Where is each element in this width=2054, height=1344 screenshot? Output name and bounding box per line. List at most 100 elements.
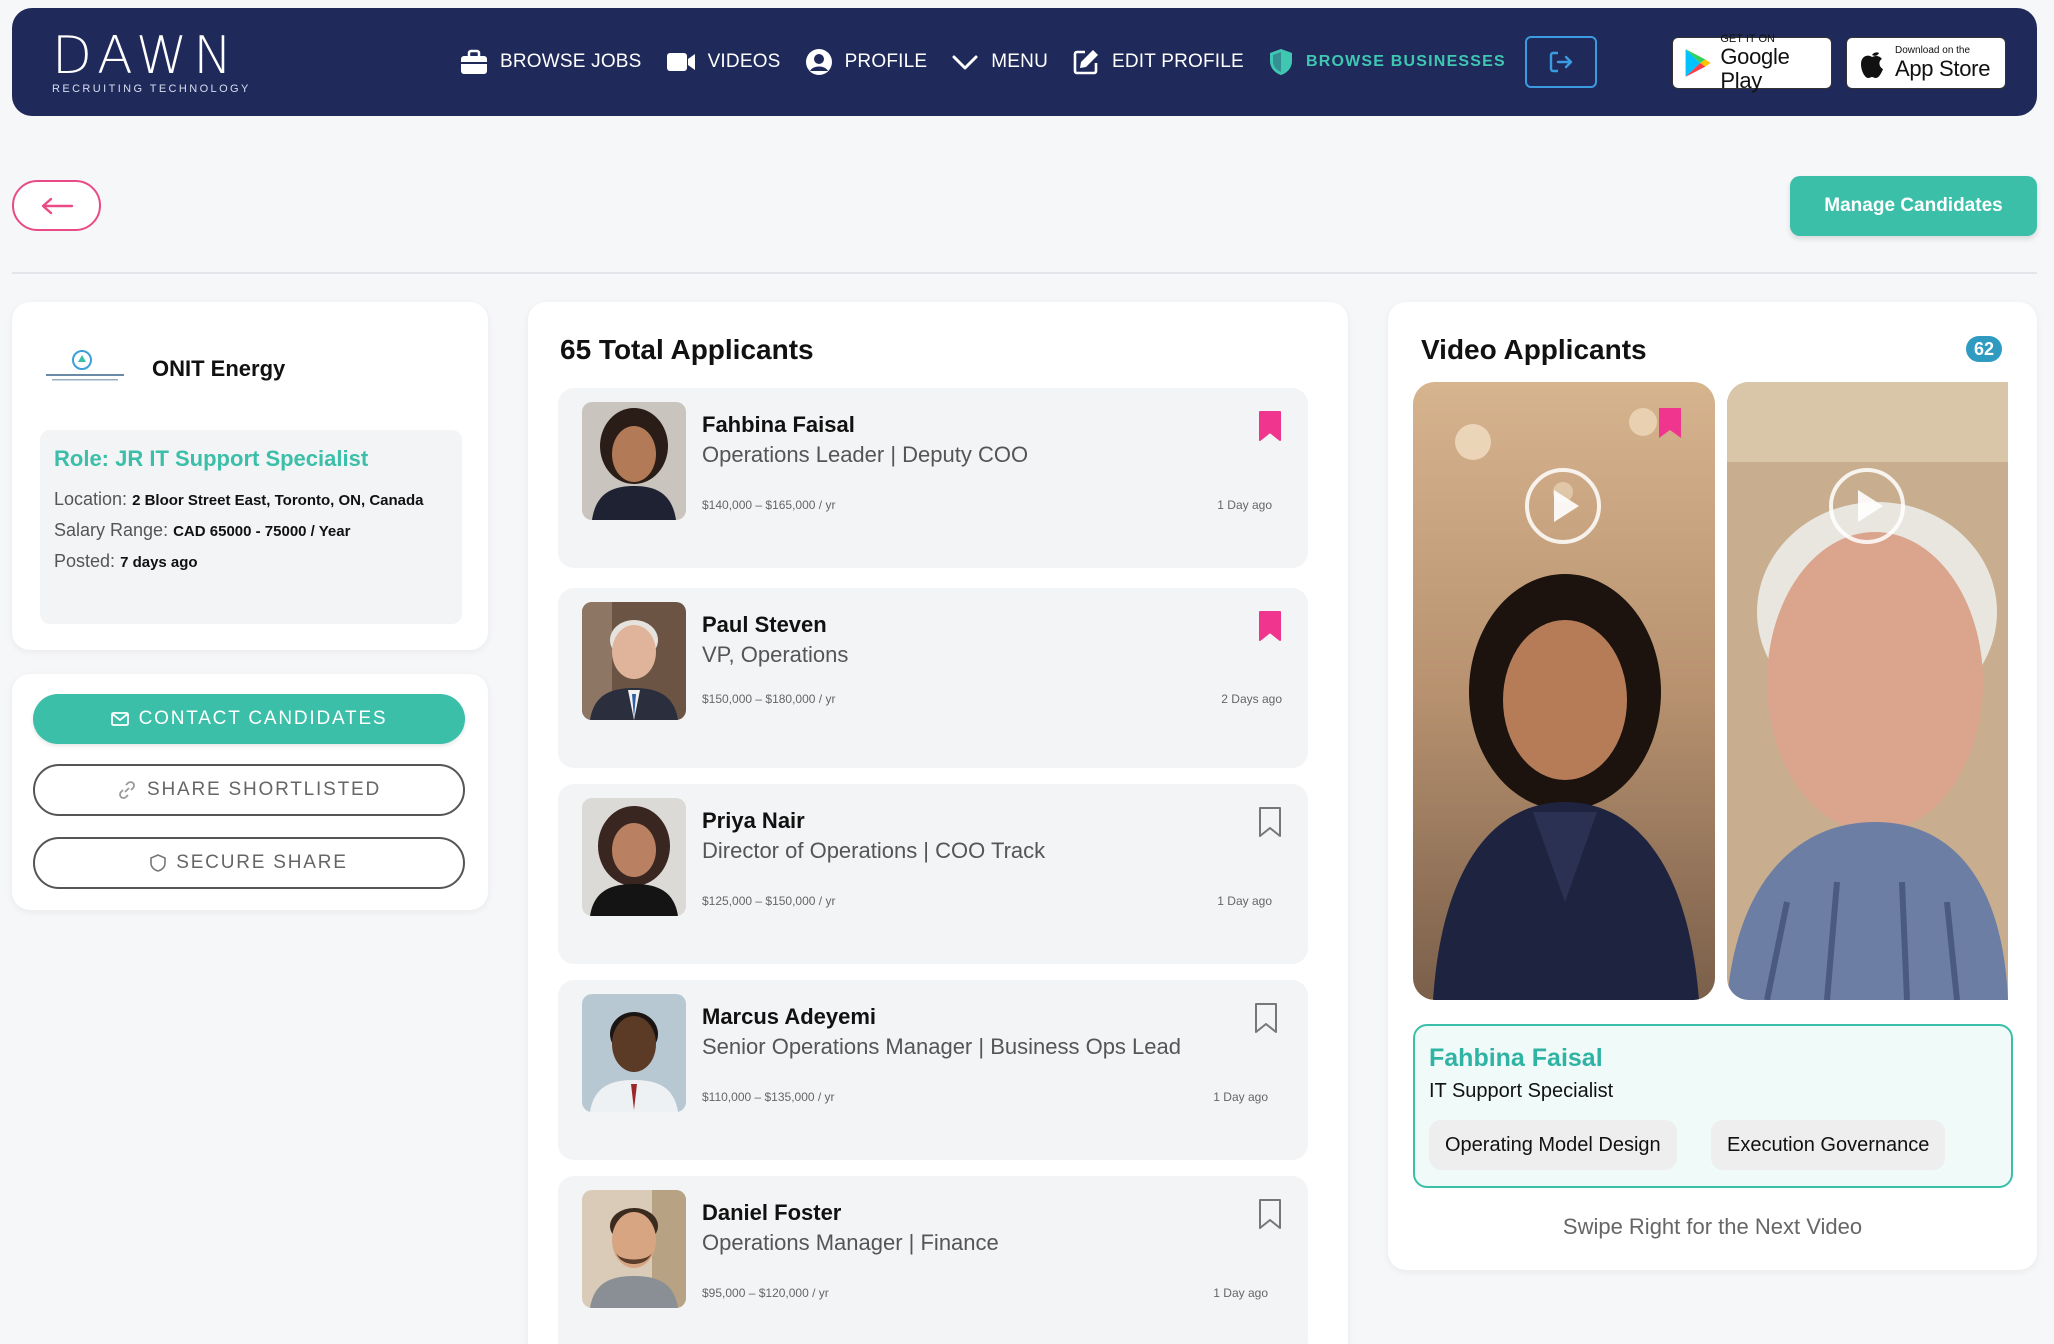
logout-button[interactable] <box>1525 36 1597 88</box>
applicant-photo <box>582 1190 686 1308</box>
swipe-hint: Swipe Right for the Next Video <box>1562 1214 1863 1239</box>
applicant-title: Operations Leader | Deputy COO <box>702 442 1029 467</box>
contact-candidates-button[interactable]: CONTACT CANDIDATES <box>33 694 465 744</box>
briefcase-icon <box>461 49 487 74</box>
edit-icon <box>1073 50 1099 75</box>
bookmark-filled-icon[interactable] <box>1657 406 1683 440</box>
section-divider <box>12 272 2037 274</box>
video-count-badge: 62 <box>1966 336 2002 362</box>
applicant-row[interactable]: Daniel Foster Operations Manager | Finan… <box>558 1176 1308 1344</box>
shield-outline-icon <box>150 854 167 872</box>
share-shortlisted-label: SHARE SHORTLISTED <box>146 779 381 800</box>
app-store-big-text: App Store <box>1895 56 1991 81</box>
nav-videos[interactable]: VIDEOS <box>666 51 781 73</box>
applicant-photo <box>582 798 686 916</box>
video-applicants-card: Video Applicants 62 Fahbina Faisal IT Su… <box>1388 302 2037 1270</box>
nav-edit-profile-label: EDIT PROFILE <box>1112 51 1244 72</box>
applicant-salary: $95,000 – $120,000 / yr <box>702 1286 829 1300</box>
applicant-salary: $125,000 – $150,000 / yr <box>702 894 836 908</box>
applicant-title: VP, Operations <box>702 642 849 667</box>
applicant-row[interactable]: Fahbina Faisal Operations Leader | Deput… <box>558 388 1308 568</box>
nav-menu-label: MENU <box>991 51 1049 72</box>
applicant-title: Senior Operations Manager | Business Ops… <box>702 1034 1181 1059</box>
top-navigation-bar: DAWN RECRUITING TECHNOLOGY BROWSE JOBS V… <box>12 8 2037 116</box>
video-camera-icon <box>666 53 695 71</box>
skill-chip: Execution Governance <box>1711 1120 1946 1170</box>
nav-browse-businesses[interactable]: BROWSE BUSINESSES <box>1268 48 1506 76</box>
applicant-photo <box>582 994 686 1112</box>
mail-icon <box>110 712 129 726</box>
applicant-salary: $140,000 – $165,000 / yr <box>702 498 836 512</box>
posted-value: 7 days ago <box>120 554 198 571</box>
video-candidate-role: IT Support Specialist <box>1429 1080 1614 1102</box>
applicant-name[interactable]: Daniel Foster <box>702 1200 841 1226</box>
applicant-row[interactable]: Marcus Adeyemi Senior Operations Manager… <box>558 980 1308 1160</box>
bookmark-outline-icon[interactable] <box>1258 1198 1282 1235</box>
applicant-name[interactable]: Fahbina Faisal <box>702 412 855 438</box>
applicant-name[interactable]: Paul Steven <box>702 612 827 638</box>
play-icon[interactable] <box>1827 466 1907 546</box>
nav-profile[interactable]: PROFILE <box>805 48 928 76</box>
salary-value: CAD 65000 - 75000 / Year <box>173 523 351 540</box>
applicant-photo <box>582 602 686 720</box>
bookmark-filled-icon[interactable] <box>1258 410 1282 447</box>
manage-candidates-button[interactable]: Manage Candidates <box>1790 176 2037 236</box>
contact-candidates-label: CONTACT CANDIDATES <box>138 708 388 729</box>
applicant-title: Director of Operations | COO Track <box>702 838 1046 863</box>
nav-videos-label: VIDEOS <box>707 51 781 72</box>
applicant-title: Operations Manager | Finance <box>702 1230 999 1255</box>
current-video-info: Fahbina Faisal IT Support Specialist Ope… <box>1413 1024 2013 1188</box>
posted-line: Posted: 7 days ago <box>54 548 448 576</box>
secure-share-button[interactable]: SECURE SHARE <box>33 837 465 889</box>
video-tile-current[interactable] <box>1413 382 1715 1000</box>
video-candidate-name[interactable]: Fahbina Faisal <box>1429 1044 1603 1073</box>
applicant-row[interactable]: Paul Steven VP, Operations $150,000 – $1… <box>558 588 1308 768</box>
company-logo <box>42 348 130 388</box>
salary-line: Salary Range: CAD 65000 - 75000 / Year <box>54 517 448 545</box>
play-icon[interactable] <box>1523 466 1603 546</box>
logout-icon <box>1549 51 1573 73</box>
applicant-salary: $110,000 – $135,000 / yr <box>702 1090 835 1104</box>
video-applicants-title: Video Applicants <box>1421 334 1647 365</box>
share-shortlisted-button[interactable]: SHARE SHORTLISTED <box>33 764 465 816</box>
actions-card: CONTACT CANDIDATES SHARE SHORTLISTED SEC… <box>12 674 488 910</box>
nav-browse-jobs-label: BROWSE JOBS <box>500 51 642 72</box>
video-tile-next[interactable] <box>1727 382 2008 1000</box>
arrow-left-icon <box>41 197 73 214</box>
dawn-logo[interactable]: DAWN RECRUITING TECHNOLOGY <box>52 30 252 100</box>
applicant-time: 1 Day ago <box>1213 1090 1268 1104</box>
app-store-badge[interactable]: Download on the App Store <box>1846 37 2006 89</box>
google-play-badge[interactable]: GET IT ON Google Play <box>1672 33 1832 93</box>
nav-menu: BROWSE JOBS VIDEOS PROFILE MENU EDIT PRO… <box>460 8 1530 116</box>
nav-profile-label: PROFILE <box>844 51 928 72</box>
role-info-box: Role: JR IT Support Specialist Location:… <box>40 430 462 624</box>
nav-edit-profile[interactable]: EDIT PROFILE <box>1072 48 1244 76</box>
applicant-time: 2 Days ago <box>1221 692 1282 706</box>
job-details-card: ONIT Energy Role: JR IT Support Speciali… <box>12 302 488 650</box>
user-circle-icon <box>805 49 832 75</box>
back-button[interactable] <box>12 180 101 231</box>
shield-icon <box>1269 49 1292 75</box>
logo-wordmark: DAWN <box>52 26 239 86</box>
applicant-row[interactable]: Priya Nair Director of Operations | COO … <box>558 784 1308 964</box>
nav-menu-dropdown[interactable]: MENU <box>951 51 1048 73</box>
applicants-card: 65 Total Applicants Fahbina Faisal Opera… <box>528 302 1348 1344</box>
applicant-salary: $150,000 – $180,000 / yr <box>702 692 836 706</box>
bookmark-filled-icon[interactable] <box>1258 610 1282 647</box>
salary-label: Salary Range: <box>54 520 169 540</box>
nav-browse-businesses-label: BROWSE BUSINESSES <box>1305 53 1506 70</box>
skill-chip: Operating Model Design <box>1429 1120 1677 1170</box>
bookmark-outline-icon[interactable] <box>1258 806 1282 843</box>
applicant-photo <box>582 402 686 520</box>
chevron-down-icon <box>952 55 978 70</box>
applicant-name[interactable]: Marcus Adeyemi <box>702 1004 876 1030</box>
bookmark-outline-icon[interactable] <box>1254 1002 1278 1039</box>
logo-tagline: RECRUITING TECHNOLOGY <box>52 83 251 95</box>
location-value: 2 Bloor Street East, Toronto, ON, Canada <box>132 492 424 509</box>
location-line: Location: 2 Bloor Street East, Toronto, … <box>54 486 448 514</box>
applicant-time: 1 Day ago <box>1217 894 1272 908</box>
applicant-name[interactable]: Priya Nair <box>702 808 805 834</box>
nav-browse-jobs[interactable]: BROWSE JOBS <box>460 49 642 75</box>
google-play-icon <box>1685 49 1711 77</box>
role-title: Role: JR IT Support Specialist <box>54 446 369 471</box>
